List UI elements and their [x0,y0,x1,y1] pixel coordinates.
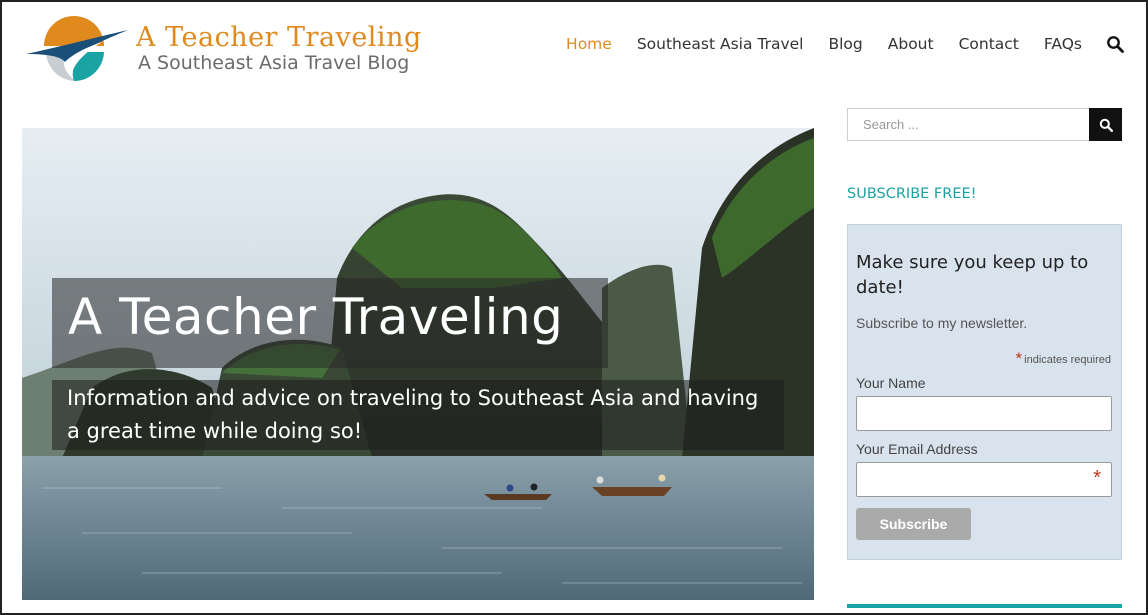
hero-banner: A Teacher Traveling Information and advi… [22,128,814,600]
name-label: Your Name [856,375,926,391]
nav-faqs[interactable]: FAQs [1044,35,1082,53]
subscribe-heading: SUBSCRIBE FREE! [847,186,977,202]
nav-contact[interactable]: Contact [959,35,1019,53]
globe-plane-logo-icon [26,16,128,82]
nav-home[interactable]: Home [566,35,612,53]
nav-about[interactable]: About [888,35,934,53]
hero-subtitle: Information and advice on traveling to S… [67,386,759,443]
email-required-marker: * [1093,467,1101,489]
main-nav: Home Southeast Asia Travel Blog About Co… [541,0,1124,88]
newsletter-title: Make sure you keep up to date! [856,252,1089,298]
required-note: * indicates required [1016,349,1111,369]
site-tagline: A Southeast Asia Travel Blog [138,52,410,74]
required-marker: * [1015,349,1023,368]
site-logo[interactable]: A Teacher Traveling A Southeast Asia Tra… [24,8,421,88]
site-title[interactable]: A Teacher Traveling [136,22,422,53]
nav-southeast-asia-travel[interactable]: Southeast Asia Travel [637,35,804,53]
name-field[interactable] [856,396,1112,431]
newsletter-form: Make sure you keep up to date! Subscribe… [847,224,1122,560]
search-input[interactable]: Search ... [847,108,1089,141]
search-button[interactable] [1089,108,1122,141]
subscribe-button[interactable]: Subscribe [856,508,971,540]
email-label: Your Email Address [856,441,978,457]
search-icon[interactable] [1106,35,1124,53]
nav-blog[interactable]: Blog [828,35,862,53]
sidebar-divider [847,604,1122,608]
required-note-text: indicates required [1024,354,1111,366]
sidebar-search: Search ... [847,108,1122,141]
email-field[interactable]: * [856,462,1112,497]
hero-title: A Teacher Traveling [68,288,564,346]
newsletter-text: Subscribe to my newsletter. [856,315,1028,331]
search-icon [1099,118,1113,132]
